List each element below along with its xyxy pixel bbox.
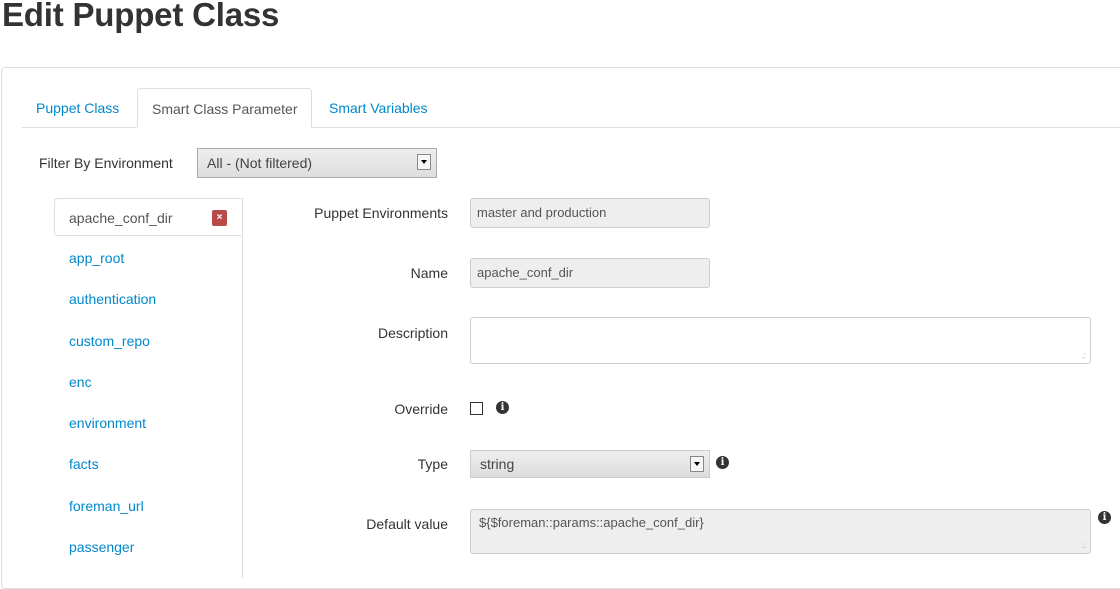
info-circle-icon[interactable]: i [716,456,729,469]
param-item-facts[interactable]: facts [69,456,99,472]
param-item-app-root[interactable]: app_root [69,250,124,266]
param-item-environment[interactable]: environment [69,415,146,431]
info-circle-icon[interactable]: i [496,401,509,414]
param-item-enc[interactable]: enc [69,374,92,390]
tab-smart-class-parameter[interactable]: Smart Class Parameter [137,88,313,128]
page-title: Edit Puppet Class [2,0,280,33]
type-select[interactable]: string [470,450,710,478]
default-value-text: ${$foreman::params::apache_conf_dir} [479,515,704,530]
param-item-custom-repo[interactable]: custom_repo [69,333,150,349]
type-select-value: string [480,456,515,472]
environment-filter-select[interactable]: All - (Not filtered) [197,148,437,178]
param-item-active[interactable]: apache_conf_dir × [54,198,242,236]
info-circle-icon[interactable]: i [1098,511,1111,524]
parameter-list: apache_conf_dir × app_root authenticatio… [54,198,243,578]
override-label: Override [394,401,448,417]
description-label: Description [377,325,448,341]
tab-puppet-class[interactable]: Puppet Class [22,88,133,127]
environments-field: master and production [470,198,710,228]
resize-grip-icon[interactable]: .: [1082,352,1086,360]
param-item-foreman-url[interactable]: foreman_url [69,498,144,514]
name-label: Name [410,265,448,281]
description-textarea[interactable]: .: [470,317,1091,364]
default-value-label: Default value [366,516,448,532]
environment-filter-value: All - (Not filtered) [207,155,313,171]
default-value-textarea[interactable]: ${$foreman::params::apache_conf_dir} .: [470,509,1091,554]
remove-icon[interactable]: × [212,210,227,226]
param-item-passenger[interactable]: passenger [69,539,134,555]
filter-environment-label: Filter By Environment [39,155,173,171]
param-item-authentication[interactable]: authentication [69,291,156,307]
tab-bar: Puppet Class Smart Class Parameter Smart… [22,88,1120,128]
param-item-label: apache_conf_dir [69,210,173,226]
tab-smart-variables[interactable]: Smart Variables [315,88,442,127]
chevron-down-icon [417,154,431,170]
resize-grip-icon[interactable]: .: [1082,542,1086,550]
name-field: apache_conf_dir [470,258,710,288]
type-label: Type [417,456,448,472]
override-checkbox[interactable] [470,402,483,415]
environments-label: Puppet Environments [314,205,448,221]
chevron-down-icon [690,456,704,472]
